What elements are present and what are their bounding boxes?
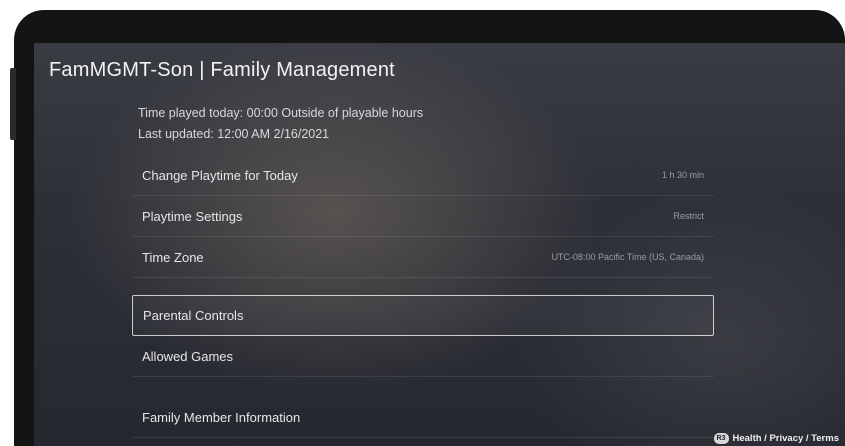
menu-item-allowed-games[interactable]: Allowed Games <box>132 336 714 377</box>
family-menu-list: Parental Controls Allowed Games Family M… <box>132 295 714 446</box>
menu-item-parental-controls[interactable]: Parental Controls <box>132 295 714 336</box>
last-updated-status: Last updated: 12:00 AM 2/16/2021 <box>138 127 330 141</box>
setting-label: Change Playtime for Today <box>142 167 298 183</box>
r3-button-icon: R3 <box>713 433 729 444</box>
setting-value: Restrict <box>673 211 704 221</box>
setting-time-zone[interactable]: Time Zone UTC-08:00 Pacific Time (US, Ca… <box>132 237 714 278</box>
setting-value: UTC-08:00 Pacific Time (US, Canada) <box>551 252 704 262</box>
page-title: FamMGMT-Son | Family Management <box>49 59 395 81</box>
device-frame: FamMGMT-Son | Family Management Time pla… <box>14 10 845 446</box>
menu-item-reset-password[interactable]: Reset Password <box>132 438 714 446</box>
setting-label: Playtime Settings <box>142 208 243 224</box>
playtime-settings-list: Change Playtime for Today 1 h 30 min Pla… <box>132 155 714 278</box>
setting-playtime-settings[interactable]: Playtime Settings Restrict <box>132 196 714 237</box>
time-played-status: Time played today: 00:00 Outside of play… <box>138 106 424 120</box>
menu-item-family-member-information[interactable]: Family Member Information <box>132 397 714 438</box>
setting-change-playtime-today[interactable]: Change Playtime for Today 1 h 30 min <box>132 155 714 196</box>
screen: FamMGMT-Son | Family Management Time pla… <box>34 43 845 446</box>
setting-value: 1 h 30 min <box>661 170 704 180</box>
device-side-button <box>10 68 16 140</box>
health-privacy-terms-link[interactable]: Health / Privacy / Terms <box>733 433 840 444</box>
footer-links: R3 Health / Privacy / Terms <box>713 433 840 444</box>
setting-label: Time Zone <box>142 249 204 265</box>
